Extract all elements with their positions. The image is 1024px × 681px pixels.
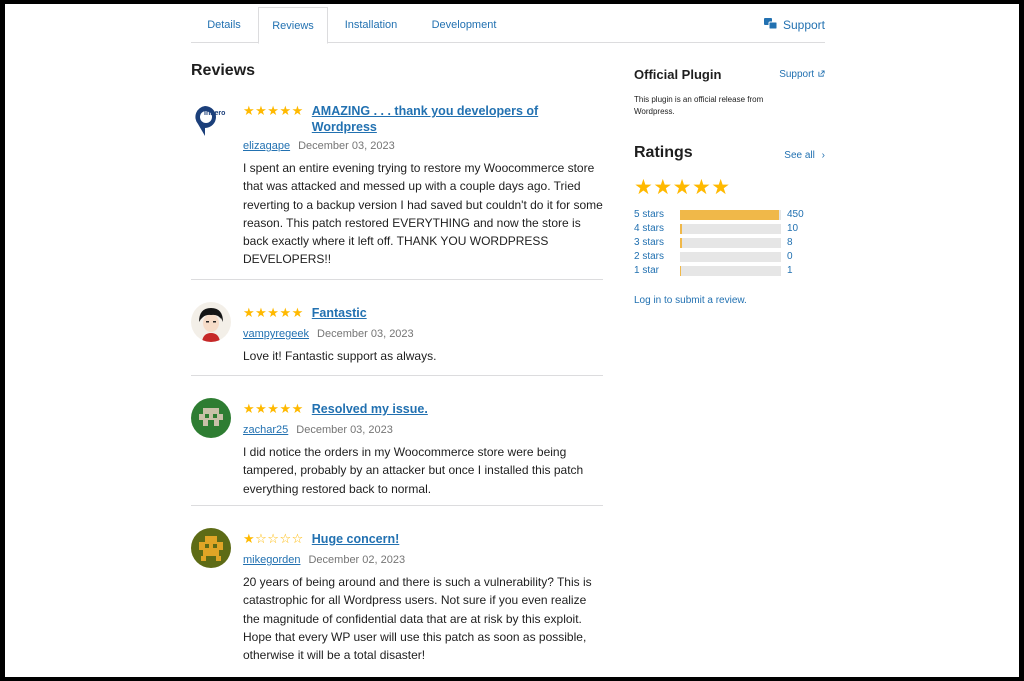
chat-bubbles-icon [763,8,778,44]
review-text: Love it! Fantastic support as always. [243,349,437,363]
review-item: Inhero ★★★★★ AMAZING . . . thank you deve… [191,96,603,280]
see-all-link[interactable]: See all › [784,150,825,161]
rating-bar-count[interactable]: 1 [787,264,793,278]
review-text: I spent an entire evening trying to rest… [243,161,603,267]
rating-bar [680,266,781,276]
review-author[interactable]: elizagape [243,140,290,152]
review-date: December 03, 2023 [296,424,393,436]
review-body: ★★★★★ AMAZING . . . thank you developers … [243,103,603,269]
rating-bar-label[interactable]: 4 stars [634,222,664,236]
avatar: Inhero [191,100,231,140]
review-text: I did notice the orders in my Woocommerc… [243,445,584,496]
avatar [191,398,231,438]
chevron-right-icon: › [821,150,825,161]
page-frame: Details Reviews Installation Development… [5,4,1019,677]
reviews-heading: Reviews [191,62,256,79]
review-text: 20 years of being around and there is su… [243,575,592,663]
star-rating: ★☆☆☆☆ [243,531,304,546]
rating-bar-row[interactable]: 5 stars 450 [634,208,825,222]
reviews-section: Reviews Inhero ★★★★★ AMAZING . . . thank … [191,62,603,662]
rating-bar-count[interactable]: 8 [787,236,793,250]
review-date: December 02, 2023 [308,554,406,566]
tab-development[interactable]: Development [416,7,512,43]
tab-installation[interactable]: Installation [331,7,411,43]
rating-bar [680,252,781,262]
review-title-link[interactable]: AMAZING . . . thank you developers of Wor… [312,103,538,135]
login-to-review-link[interactable]: Log in to submit a review. [634,295,747,306]
external-link-icon [818,69,825,80]
avatar [191,302,231,342]
review-item: ★★★★★ Resolved my issue. zachar25 December… [191,376,603,506]
review-author[interactable]: mikegorden [243,554,300,566]
rating-bar-label[interactable]: 3 stars [634,236,664,250]
support-tab-link[interactable]: Support [763,7,825,44]
rating-bar-label[interactable]: 1 star [634,264,659,278]
review-author[interactable]: zachar25 [243,424,288,436]
support-link-label: Support [779,69,815,80]
support-tab-label: Support [782,18,825,32]
rating-bar-row[interactable]: 2 stars 0 [634,250,825,264]
review-body: ★★★★★ Fantastic vampyregeek December 03, 2… [243,305,603,365]
rating-bar-row[interactable]: 3 stars 8 [634,236,825,250]
star-rating: ★★★★★ [243,305,304,320]
review-title-link[interactable]: Resolved my issue. [312,401,428,417]
rating-bar-row[interactable]: 1 star 1 [634,264,825,278]
tab-reviews[interactable]: Reviews [258,7,328,44]
support-link[interactable]: Support [779,69,825,80]
rating-bar-count[interactable]: 450 [787,208,804,222]
see-all-label: See all [784,150,815,161]
rating-bar-row[interactable]: 4 stars 10 [634,222,825,236]
review-title-link[interactable]: Huge concern! [312,531,400,547]
review-date: December 03, 2023 [298,140,395,152]
review-author[interactable]: vampyregeek [243,328,309,340]
rating-bar [680,210,781,220]
official-plugin-text: This plugin is an official release from … [634,95,764,116]
rating-bar [680,224,781,234]
review-title-line2: Wordpress [311,120,377,134]
review-date: December 03, 2023 [317,328,414,340]
official-plugin-title: Official Plugin [634,67,722,82]
rating-bar-label[interactable]: 2 stars [634,250,664,264]
review-title-link[interactable]: Fantastic [312,305,367,321]
review-item: ★★★★★ Fantastic vampyregeek December 03, 2… [191,280,603,376]
review-body: ★★★★★ Resolved my issue. zachar25 December… [243,401,603,498]
star-rating: ★★★★★ [243,401,304,416]
star-rating: ★★★★★ [243,103,304,118]
review-body: ★☆☆☆☆ Huge concern! mikegorden December 02… [243,531,603,664]
plugin-tabs: Details Reviews Installation Development… [191,7,825,44]
review-item: ★☆☆☆☆ Huge concern! mikegorden December 02… [191,506,603,677]
rating-bar-count[interactable]: 0 [787,250,793,264]
rating-bar [680,238,781,248]
avatar-logo-text: Inhero [204,110,226,117]
rating-bar-label[interactable]: 5 stars [634,208,664,222]
rating-bar-count[interactable]: 10 [787,222,798,236]
ratings-title: Ratings [634,144,693,161]
tab-details[interactable]: Details [191,7,257,43]
overall-star-rating: ★★★★★ [634,176,731,199]
review-title: AMAZING . . . thank you developers of [311,104,539,118]
avatar [191,528,231,568]
